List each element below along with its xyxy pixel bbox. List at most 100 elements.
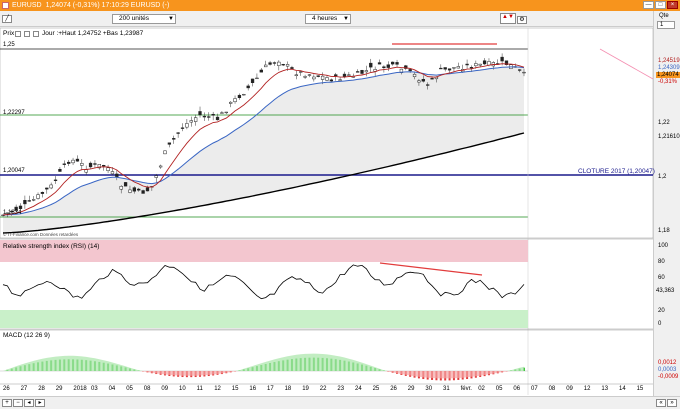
cloture-label: CLOTURE 2017 (1,20047) xyxy=(578,168,655,175)
app-icon xyxy=(2,2,9,9)
bottom-toolbar: + − ◂ ▸ « » xyxy=(0,396,680,409)
candle-body xyxy=(294,74,298,77)
toggle-icon[interactable] xyxy=(15,30,21,37)
scroll-right-icon[interactable]: ▸ xyxy=(35,399,45,407)
axis-label-last-price: 1,24074 xyxy=(656,72,680,78)
date-tick-label: 05 xyxy=(495,386,503,392)
date-tick-label: 29 xyxy=(55,386,63,392)
candle-body xyxy=(53,179,58,181)
date-tick-label: 26 xyxy=(3,386,10,392)
rsi-axis-80: 80 xyxy=(658,259,665,265)
date-tick-label: 26 xyxy=(390,386,397,392)
candle-body xyxy=(45,187,49,190)
level-label-1-22297: 1,22297 xyxy=(3,110,25,116)
toolbar-icons-right: ▲▼ ⚙ xyxy=(500,13,528,24)
date-tick-label: 15 xyxy=(636,386,644,392)
date-tick-label: 23 xyxy=(337,386,345,392)
candle-body xyxy=(233,98,237,103)
date-tick-label: 24 xyxy=(355,386,362,392)
date-tick-label: 15 xyxy=(231,386,239,392)
candle-body xyxy=(482,60,487,65)
scroll-left-icon[interactable]: ◂ xyxy=(24,399,34,407)
date-tick-label: 29 xyxy=(407,386,415,392)
toggle-icon[interactable] xyxy=(33,30,39,37)
candle-body xyxy=(342,73,347,78)
candle-body xyxy=(272,62,277,64)
candle-body xyxy=(382,66,386,69)
candle-body xyxy=(93,163,97,165)
candle-body xyxy=(320,75,325,80)
candle-body xyxy=(285,64,290,67)
candle-body xyxy=(443,67,447,70)
settings-icon[interactable]: ⚙ xyxy=(517,16,527,24)
date-tick-label: 25 xyxy=(372,386,380,392)
close-button[interactable]: × xyxy=(667,1,678,9)
zoom-out-icon[interactable]: − xyxy=(13,399,23,407)
candle-body xyxy=(426,84,430,86)
candle-body xyxy=(193,117,198,122)
candle-body xyxy=(137,188,141,191)
rsi-axis-100: 100 xyxy=(658,243,669,249)
candle-body xyxy=(49,184,53,189)
candle-body xyxy=(456,66,460,69)
minimize-button[interactable]: — xyxy=(643,1,654,9)
scroll-end-icon[interactable]: » xyxy=(667,399,677,407)
toggle-icon[interactable] xyxy=(24,30,30,37)
chevron-down-icon: ▼ xyxy=(168,16,174,22)
price-day-info: Jour :+Haut 1,24752 +Bas 1,23987 xyxy=(42,30,144,37)
candle-body xyxy=(307,74,312,76)
candle-body xyxy=(207,116,211,118)
price-panel-info: Jour :+Haut 1,24752 +Bas 1,23987 xyxy=(15,30,143,37)
candle-body xyxy=(447,68,452,71)
date-tick-label: 17 xyxy=(267,386,274,392)
candle-body xyxy=(176,132,180,134)
date-tick-label: 09 xyxy=(161,386,169,392)
candle-body xyxy=(347,74,351,76)
scroll-start-icon[interactable]: « xyxy=(656,399,666,407)
candle-body xyxy=(220,112,224,114)
candle-body xyxy=(412,73,417,77)
candle-body xyxy=(163,150,167,155)
candle-body xyxy=(303,76,307,78)
date-tick-label: 27 xyxy=(20,386,28,392)
candle-body xyxy=(500,56,504,62)
chart-type-icon[interactable]: ▲▼ xyxy=(500,13,516,24)
candle-body xyxy=(250,78,255,83)
date-tick-label: 08 xyxy=(143,386,151,392)
macd-signal-fill-neg xyxy=(3,371,524,379)
rsi-axis-0: 0 xyxy=(658,321,662,327)
period-select-value: 4 heures xyxy=(312,15,338,22)
candle-body xyxy=(198,111,202,116)
candle-body xyxy=(246,85,250,89)
candle-body xyxy=(215,116,220,121)
candle-body xyxy=(167,142,172,145)
zoom-in-icon[interactable]: + xyxy=(2,399,12,407)
axis-label-ma-red: 1,24519 xyxy=(658,58,680,64)
date-axis: 26 27 28 29 2018 03 04 05 08 09 10 11 12 15 16 17 18 19 22… xyxy=(0,385,653,395)
qty-input[interactable]: 1 xyxy=(657,21,675,29)
qty-label: Qte xyxy=(659,13,669,19)
date-tick-label: 11 xyxy=(196,386,203,392)
candle-body xyxy=(67,161,71,164)
period-select[interactable]: 4 heures ▼ xyxy=(305,14,351,24)
price-panel-title: Prix xyxy=(3,30,15,37)
chart-canvas[interactable] xyxy=(0,27,653,396)
units-select[interactable]: 200 unités ▼ xyxy=(112,14,176,24)
maximize-button[interactable]: □ xyxy=(655,1,666,9)
date-tick-label: 12 xyxy=(214,386,221,392)
candle-body xyxy=(325,77,329,81)
candle-body xyxy=(211,113,215,116)
candle-body xyxy=(237,94,242,99)
candle-body xyxy=(75,158,80,162)
candle-body xyxy=(408,69,412,72)
candle-body xyxy=(106,167,110,172)
window-controls: — □ × xyxy=(643,1,678,9)
candle-body xyxy=(202,115,207,118)
date-tick-label: 08 xyxy=(548,386,556,392)
candle-body xyxy=(517,69,522,71)
candle-body xyxy=(115,173,119,177)
toolbar-icons-left: ╱ xyxy=(2,15,13,23)
draw-line-icon[interactable]: ╱ xyxy=(2,15,12,23)
candle-body xyxy=(31,199,36,201)
date-tick-label: 30 xyxy=(425,386,433,392)
